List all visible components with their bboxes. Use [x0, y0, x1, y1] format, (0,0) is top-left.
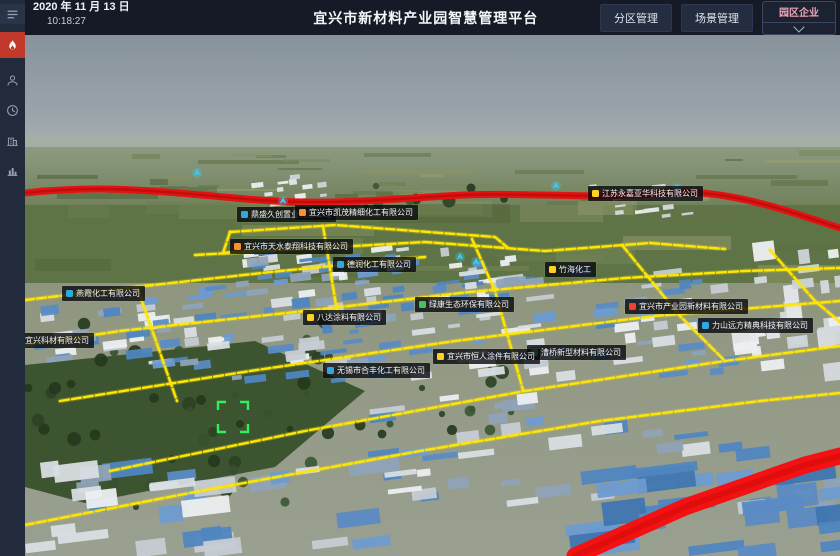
- building-label-text: 绿康生态环保有限公司: [429, 299, 509, 310]
- factory-marker-icon: [241, 211, 248, 218]
- park-enterprise-dropdown[interactable]: 园区企业: [762, 1, 836, 35]
- aircraft-marker: [278, 196, 288, 206]
- sidebar-item-enterprise[interactable]: [0, 128, 25, 152]
- sidebar-item-history[interactable]: [0, 98, 25, 122]
- building-label[interactable]: 绿康生态环保有限公司: [415, 297, 514, 312]
- building-label[interactable]: 宜兴市凯茂精细化工有限公司: [295, 205, 418, 220]
- building-label[interactable]: 宜兴市产业园新材料有限公司: [625, 299, 748, 314]
- building-label-text: 宜兴市天水泰翔科技有限公司: [244, 241, 348, 252]
- building-label[interactable]: 德润化工有限公司: [333, 257, 416, 272]
- time-label: 10:18:27: [47, 17, 130, 27]
- factory-marker-icon: [234, 243, 241, 250]
- building-label-text: 漕桥新型材料有限公司: [541, 347, 621, 358]
- building-label-text: 江苏永嘉亚华科技有限公司: [602, 188, 698, 199]
- sidebar: [0, 0, 25, 556]
- building-label[interactable]: 竹海化工: [545, 262, 596, 277]
- flame-icon: [6, 39, 19, 52]
- factory-marker-icon: [337, 261, 344, 268]
- building-label-text: 宜兴市恒人涂件有限公司: [447, 351, 535, 362]
- factory-marker-icon: [702, 322, 709, 329]
- person-icon: [6, 74, 19, 87]
- map-3d-viewport[interactable]: 鼎盛久创置业有限公司宜兴市凯茂精细化工有限公司宜兴市天水泰翔科技有限公司德润化工…: [25, 35, 840, 556]
- datetime-block: 2020 年 11 月 13 日 10:18:27: [33, 8, 130, 27]
- factory-marker-icon: [299, 209, 306, 216]
- factory-marker-icon: [629, 303, 636, 310]
- building-label[interactable]: 宜兴科材有限公司: [25, 333, 94, 348]
- bar-chart-icon: [6, 164, 19, 177]
- aircraft-marker: [551, 181, 561, 191]
- building-label-text: 力山远方精典科技有限公司: [712, 320, 808, 331]
- factory-marker-icon: [592, 190, 599, 197]
- building-label[interactable]: 漕桥新型材料有限公司: [527, 345, 626, 360]
- header-bar: 2020 年 11 月 13 日 10:18:27 宜兴市新材料产业园智慧管理平…: [25, 0, 840, 35]
- sidebar-item-fire[interactable]: [0, 32, 25, 58]
- scene-management-button[interactable]: 场景管理: [681, 4, 753, 32]
- hamburger-icon: [6, 8, 19, 21]
- clock-icon: [6, 104, 19, 117]
- building-label[interactable]: 江苏永嘉亚华科技有限公司: [588, 186, 703, 201]
- building-label[interactable]: 宜兴市天水泰翔科技有限公司: [230, 239, 353, 254]
- factory-marker-icon: [307, 314, 314, 321]
- date-label: 2020 年 11 月 13 日: [33, 2, 130, 13]
- zone-management-button[interactable]: 分区管理: [600, 4, 672, 32]
- building-label-text: 德润化工有限公司: [347, 259, 411, 270]
- sidebar-item-personnel[interactable]: [0, 68, 25, 92]
- factory-marker-icon: [549, 266, 556, 273]
- map-3d-scene: [25, 35, 840, 556]
- building-label[interactable]: 燕霞化工有限公司: [62, 286, 145, 301]
- sidebar-item-menu[interactable]: [0, 4, 25, 24]
- building-label-text: 宜兴市凯茂精细化工有限公司: [309, 207, 413, 218]
- factory-marker-icon: [437, 353, 444, 360]
- header-actions: 分区管理 场景管理 园区企业: [600, 1, 840, 35]
- building-label[interactable]: 力山远方精典科技有限公司: [698, 318, 813, 333]
- aircraft-marker: [455, 252, 465, 262]
- building-label-text: 无锡市合丰化工有限公司: [337, 365, 425, 376]
- building-label-text: 八达涂料有限公司: [317, 312, 381, 323]
- building-label-text: 宜兴市产业园新材料有限公司: [639, 301, 743, 312]
- building-label[interactable]: 宜兴市恒人涂件有限公司: [433, 349, 540, 364]
- aircraft-marker: [471, 257, 481, 267]
- page-title: 宜兴市新材料产业园智慧管理平台: [313, 8, 538, 28]
- building-label[interactable]: 无锡市合丰化工有限公司: [323, 363, 430, 378]
- chevron-down-icon: [793, 21, 804, 32]
- app-window: 2020 年 11 月 13 日 10:18:27 宜兴市新材料产业园智慧管理平…: [0, 0, 840, 556]
- building-label-text: 燕霞化工有限公司: [76, 288, 140, 299]
- factory-marker-icon: [419, 301, 426, 308]
- building-label-text: 宜兴科材有限公司: [25, 335, 89, 346]
- dropdown-selected-label: 园区企业: [779, 4, 819, 19]
- factory-marker-icon: [327, 367, 334, 374]
- factory-marker-icon: [66, 290, 73, 297]
- building-label-text: 竹海化工: [559, 264, 591, 275]
- sidebar-item-statistics[interactable]: [0, 158, 25, 182]
- building-icon: [6, 134, 19, 147]
- building-label[interactable]: 八达涂料有限公司: [303, 310, 386, 325]
- aircraft-marker: [192, 168, 202, 178]
